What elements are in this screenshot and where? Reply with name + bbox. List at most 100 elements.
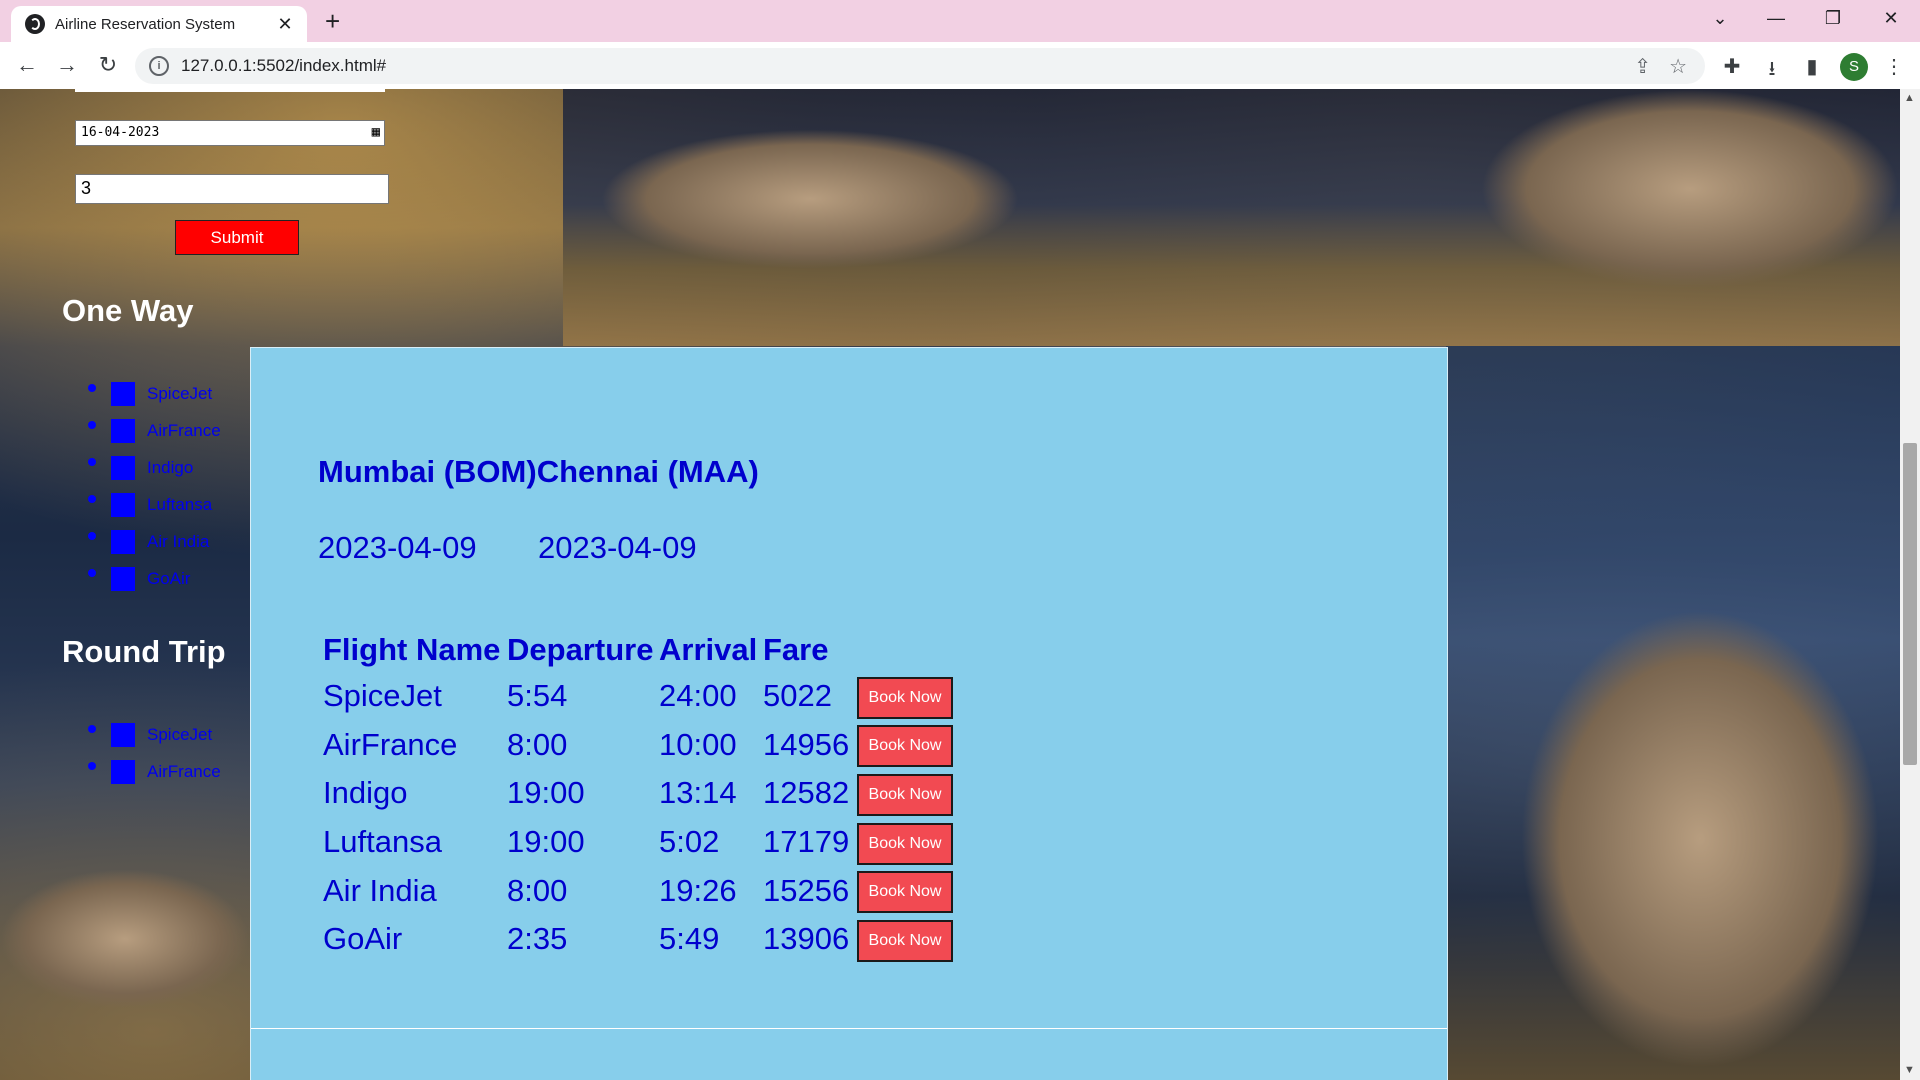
action-cell: Book Now <box>853 818 955 867</box>
fare-cell: 12582 <box>763 775 850 811</box>
back-button[interactable]: ← <box>12 52 42 78</box>
airline-link[interactable]: Indigo <box>147 458 193 478</box>
bullet-icon <box>88 383 96 392</box>
book-now-button[interactable]: Book Now <box>857 676 953 719</box>
header-fare: Fare <box>763 632 829 667</box>
airline-logo-icon <box>111 381 135 406</box>
action-cell: Book Now <box>853 915 955 964</box>
scroll-down-arrow-icon[interactable]: ▼ <box>1904 1064 1915 1076</box>
submit-button[interactable]: Submit <box>175 220 299 255</box>
share-icon[interactable]: ⇪ <box>1634 54 1651 79</box>
divider <box>251 1028 1447 1029</box>
arrival-cell: 19:26 <box>659 872 737 908</box>
round-trip-list: SpiceJet AirFrance <box>88 716 221 790</box>
flight-name-cell: Air India <box>323 872 437 908</box>
list-item: AirFrance <box>88 753 221 790</box>
book-now-button[interactable]: Book Now <box>857 919 953 962</box>
bullet-icon <box>88 568 96 577</box>
fare-cell: 15256 <box>763 872 850 908</box>
passengers-input[interactable]: 3 <box>75 174 389 204</box>
airline-link[interactable]: Air India <box>147 532 209 552</box>
airplane-image <box>1480 89 1900 289</box>
airline-link[interactable]: SpiceJet <box>147 384 212 404</box>
route-title: Mumbai (BOM)Chennai (MAA) <box>318 454 759 489</box>
departure-cell: 8:00 <box>507 872 568 908</box>
table-row: GoAir 2:35 5:49 13906 Book Now <box>321 915 955 964</box>
close-window-button[interactable]: ✕ <box>1876 8 1906 29</box>
address-bar[interactable]: i 127.0.0.1:5502/index.html# ⇪ ☆ <box>135 48 1705 84</box>
airline-logo-icon <box>111 418 135 443</box>
fare-cell: 13906 <box>763 921 850 957</box>
airline-logo-icon <box>111 722 135 747</box>
side-panel-icon[interactable]: ▮ <box>1797 54 1827 79</box>
airline-link[interactable]: AirFrance <box>147 762 221 782</box>
header-departure: Departure <box>507 632 654 667</box>
forward-button[interactable]: → <box>52 52 82 78</box>
one-way-heading: One Way <box>62 293 194 328</box>
close-tab-icon[interactable]: ✕ <box>275 14 295 35</box>
arrival-cell: 10:00 <box>659 726 737 762</box>
scroll-up-arrow-icon[interactable]: ▲ <box>1904 92 1915 104</box>
date-value: 16-04-2023 <box>81 125 160 140</box>
table-row: AirFrance 8:00 10:00 14956 Book Now <box>321 721 955 770</box>
fare-cell: 17179 <box>763 824 850 860</box>
bullet-icon <box>88 420 96 429</box>
tab-title: Airline Reservation System <box>55 15 236 33</box>
browser-menu-icon[interactable]: ⋮ <box>1879 54 1909 79</box>
flight-name-cell: Indigo <box>323 775 408 811</box>
scrollbar-thumb[interactable] <box>1903 443 1917 765</box>
reload-button[interactable]: ↻ <box>93 52 123 78</box>
travel-date-input[interactable]: 16-04-2023 ▦ <box>75 120 385 146</box>
header-action <box>853 628 955 672</box>
extensions-icon[interactable]: ✚ <box>1717 54 1747 79</box>
minimize-button[interactable]: — <box>1761 8 1791 29</box>
new-tab-button[interactable]: + <box>325 7 340 35</box>
table-header-row: Flight Name Departure Arrival Fare <box>321 628 955 672</box>
profile-avatar[interactable]: S <box>1840 53 1868 81</box>
calendar-icon[interactable]: ▦ <box>372 124 380 140</box>
airplane-image <box>600 129 1020 269</box>
fare-cell: 5022 <box>763 678 832 714</box>
bullet-icon <box>88 531 96 540</box>
one-way-list: SpiceJet AirFrance Indigo Luftansa Air India… <box>88 375 221 597</box>
return-date: 2023-04-09 <box>538 530 697 565</box>
bullet-icon <box>88 761 96 770</box>
book-now-button[interactable]: Book Now <box>857 725 953 768</box>
fare-cell: 14956 <box>763 726 850 762</box>
restore-button[interactable]: ❐ <box>1818 8 1848 29</box>
flight-name-cell: Luftansa <box>323 824 442 860</box>
cut-off-input[interactable] <box>75 89 385 92</box>
airline-link[interactable]: AirFrance <box>147 421 221 441</box>
departure-cell: 8:00 <box>507 726 568 762</box>
table-row: SpiceJet 5:54 24:00 5022 Book Now <box>321 672 955 721</box>
download-icon[interactable]: ⭳ <box>1757 54 1787 88</box>
flight-name-cell: SpiceJet <box>323 678 442 714</box>
departure-cell: 2:35 <box>507 921 568 957</box>
arrival-cell: 13:14 <box>659 775 737 811</box>
table-row: Air India 8:00 19:26 15256 Book Now <box>321 866 955 915</box>
url-text[interactable]: 127.0.0.1:5502/index.html# <box>181 56 1634 76</box>
browser-tab-bar: Airline Reservation System ✕ + ⌄ — ❐ ✕ <box>0 0 1920 42</box>
action-cell: Book Now <box>853 721 955 770</box>
departure-cell: 5:54 <box>507 678 568 714</box>
page-viewport: 16-04-2023 ▦ 3 Submit One Way SpiceJet Ai… <box>0 89 1900 1080</box>
book-now-button[interactable]: Book Now <box>857 822 953 865</box>
round-trip-heading: Round Trip <box>62 634 226 669</box>
globe-icon <box>25 14 45 34</box>
book-now-button[interactable]: Book Now <box>857 773 953 816</box>
departure-cell: 19:00 <box>507 824 585 860</box>
airline-logo-icon <box>111 566 135 591</box>
airline-link[interactable]: GoAir <box>147 569 190 589</box>
airline-link[interactable]: SpiceJet <box>147 725 212 745</box>
arrival-cell: 24:00 <box>659 678 737 714</box>
table-row: Luftansa 19:00 5:02 17179 Book Now <box>321 818 955 867</box>
airline-link[interactable]: Luftansa <box>147 495 212 515</box>
site-info-icon[interactable]: i <box>149 56 169 76</box>
list-item: SpiceJet <box>88 716 221 753</box>
bookmark-star-icon[interactable]: ☆ <box>1669 54 1687 79</box>
list-item: Indigo <box>88 449 221 486</box>
action-cell: Book Now <box>853 672 955 721</box>
tab-search-icon[interactable]: ⌄ <box>1705 8 1735 29</box>
book-now-button[interactable]: Book Now <box>857 871 953 914</box>
browser-tab[interactable]: Airline Reservation System ✕ <box>11 6 307 42</box>
